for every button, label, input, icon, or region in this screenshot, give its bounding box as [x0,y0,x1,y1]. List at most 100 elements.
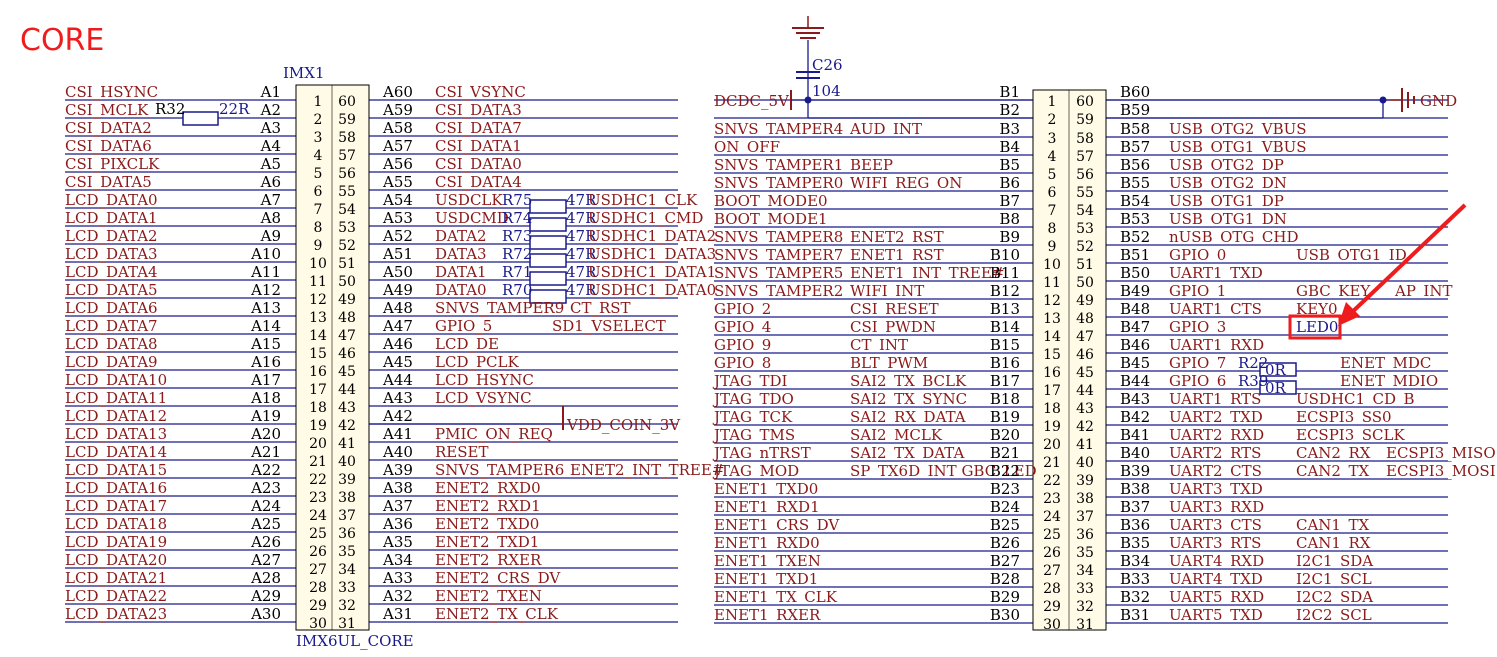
net-label: JTAG_TMS [712,426,795,444]
pin-name: B41 [1120,426,1150,444]
net-label: SNVS_TAMPER6 [435,461,564,479]
net-label: GPIO_4 [714,318,771,336]
pin-name: A19 [250,407,281,425]
pin-name: B46 [1120,336,1150,354]
net-label: WIFI_INT [850,282,924,300]
pin-number: 34 [338,562,356,578]
net-label: LCD_PCLK [435,353,519,371]
ground-label: GND [1420,92,1457,110]
pin-number: 5 [314,166,323,182]
pin-name: A47 [382,317,413,335]
net-label: USB_OTG1_DN [1169,210,1287,228]
pin-name: A40 [382,443,413,461]
pin-number: 20 [309,436,327,452]
pin-number: 28 [309,580,327,596]
resistor-ref: R70 [502,281,532,299]
pin-number: 21 [1043,455,1061,471]
power-label: DCDC_5V [714,92,790,110]
pin-number: 4 [314,148,323,164]
pin-number: 6 [314,184,323,200]
pin-name: A48 [382,299,413,317]
net-label: ENET1_RST [850,246,944,264]
net-label: USB_OTG2_VBUS [1169,120,1307,138]
net-label: UART2_CTS [1169,462,1262,480]
net-label: LCD_DATA2 [65,227,158,245]
pin-name: B23 [990,480,1020,498]
net-label: GPIO_5 [435,317,492,335]
pin-name: B10 [990,246,1020,264]
pin-number: 54 [1076,203,1094,219]
pin-number: 13 [1043,311,1061,327]
pin-number: 12 [309,292,327,308]
net-label: CSI_DATA3 [435,101,522,119]
pin-name: A32 [382,587,413,605]
net-label: UART2_TXD [1169,408,1263,426]
net-label: LCD_DATA12 [65,407,167,425]
series-resistor [529,271,567,286]
net-label: UART2_RTS [1169,444,1261,462]
pin-number: 18 [1043,401,1061,417]
pin-name: A53 [382,209,413,227]
net-label: SNVS_TAMPER0 [714,174,843,192]
pin-name: A9 [260,227,281,245]
net-label: LCD_DATA11 [65,389,167,407]
pin-name: B44 [1120,372,1150,390]
net-label: LCD_DE [435,335,499,353]
pin-name: B56 [1120,156,1150,174]
junction-dot [804,96,812,104]
resistor-ref: R72 [502,245,532,263]
pin-number: 22 [309,472,327,488]
pin-number: 30 [1043,617,1061,633]
pin-name: B13 [990,300,1020,318]
pin-number: 10 [309,256,327,272]
net-label: PMIC_ON_REQ [435,425,553,443]
pin-number: 55 [1076,185,1094,201]
pin-number: 15 [1043,347,1061,363]
pin-number: 2 [1048,112,1057,128]
net-label: ENET_MDIO [1340,372,1438,390]
net-label: BOOT_MODE1 [714,210,828,228]
net-label: CSI_RESET [850,300,939,318]
series-resistor [529,235,567,250]
pin-name: A2 [260,101,281,119]
net-label: CSI_DATA5 [65,173,152,191]
net-label: DATA2 [435,227,487,245]
net-label: ECSPI3_SCLK [1296,426,1405,444]
pin-name: A42 [382,407,413,425]
net-label: USDHC1_DATA3 [588,245,716,263]
net-label: nUSB_OTG_CHD [1169,228,1298,246]
net-label: ENET1_TX_CLK [714,588,838,606]
net-label: ENET1_TXD0 [714,480,818,498]
net-label: ENET1_CRS_DV [714,516,840,534]
pin-number: 29 [309,598,327,614]
pin-number: 56 [1076,167,1094,183]
pin-name: B38 [1120,480,1150,498]
pin-number: 15 [309,346,327,362]
pin-number: 37 [1076,509,1094,525]
resistor-ref: R74 [502,209,532,227]
net-label: LCD_VSYNC [435,389,532,407]
pin-number: 57 [338,148,356,164]
pin-name: A14 [250,317,281,335]
pin-name: B43 [1120,390,1150,408]
net-label: ENET1_TXD1 [714,570,818,588]
net-label: USB_OTG1_DP [1169,192,1284,210]
pin-name: A22 [250,461,281,479]
net-label: LCD_DATA7 [65,317,158,335]
net-label: I2C2_SCL [1296,606,1372,624]
pin-number: 55 [338,184,356,200]
pin-number: 54 [338,202,356,218]
pin-name: A29 [250,587,281,605]
net-label: USDHC1_DATA2 [588,227,716,245]
resistor-ref: R75 [502,191,532,209]
net-label: ENET2_TXEN [435,587,542,605]
net-label: LCD_DATA14 [65,443,167,461]
net-label: CAN1_RX [1296,534,1371,552]
pin-number: 10 [1043,257,1061,273]
net-label: BLT_PWM [850,354,928,372]
pin-number: 30 [309,616,327,632]
pin-number: 58 [338,130,356,146]
net-label: LCD_DATA6 [65,299,158,317]
pin-number: 25 [309,526,327,542]
pin-name: A49 [382,281,413,299]
